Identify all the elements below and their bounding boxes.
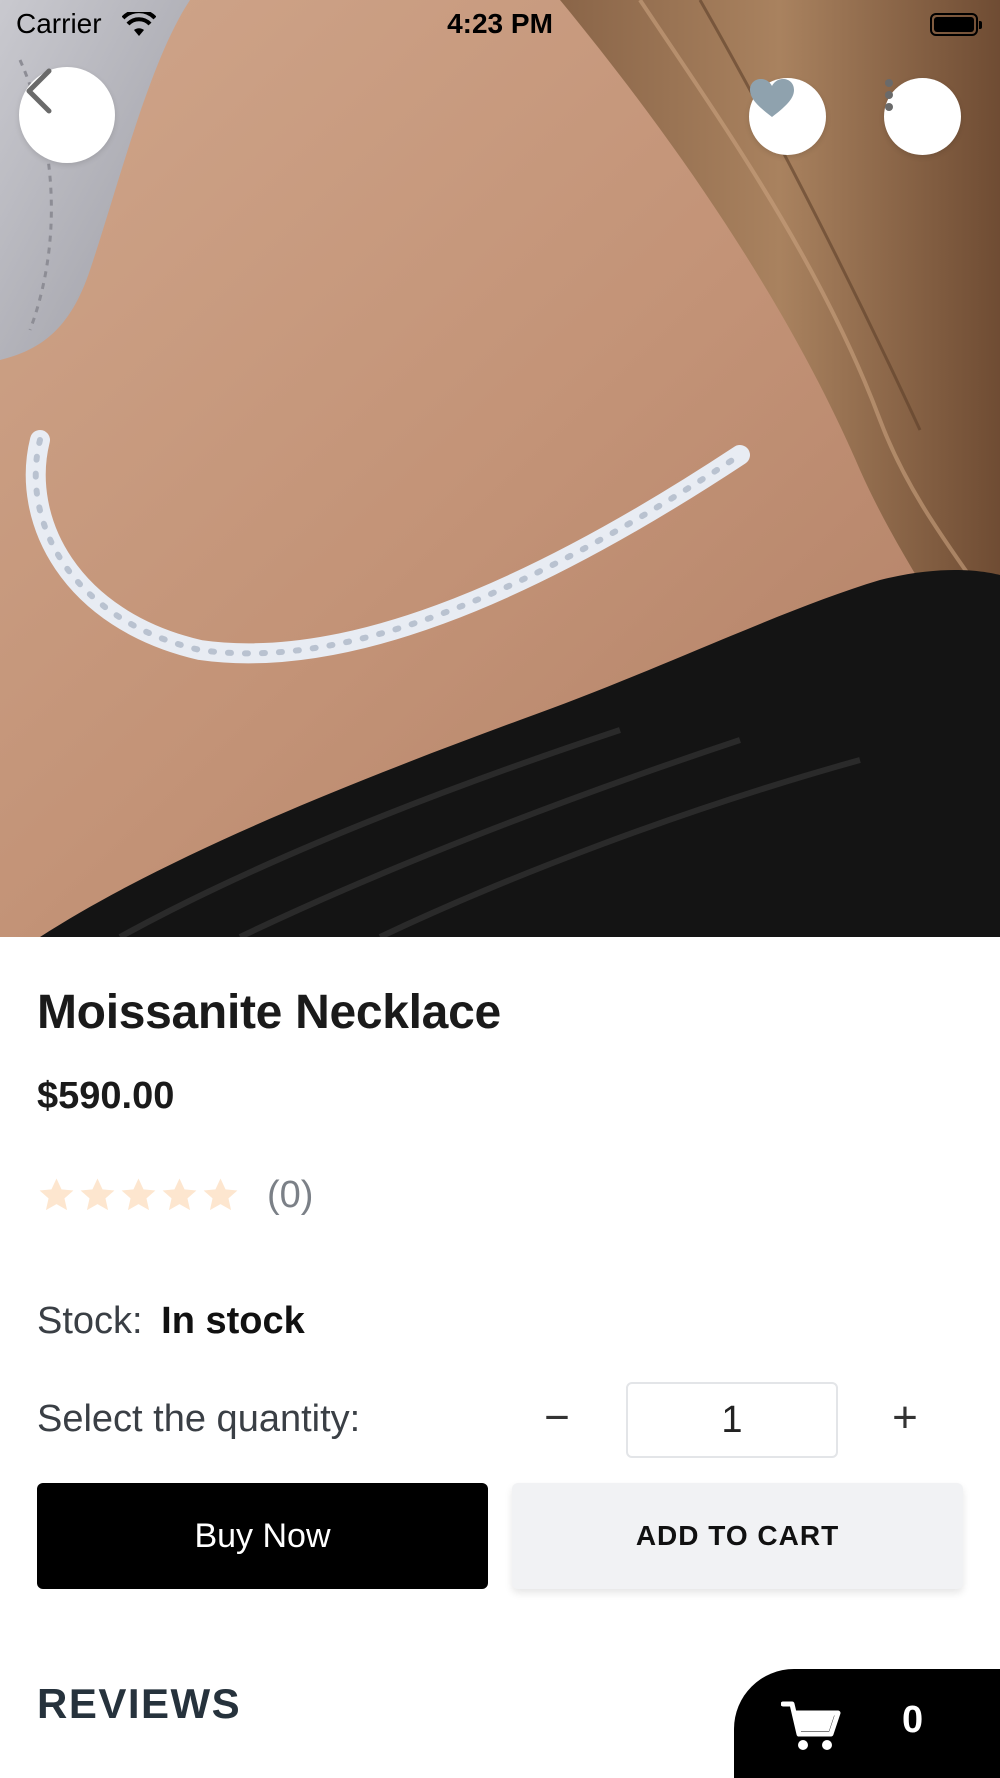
chevron-left-icon bbox=[26, 68, 52, 114]
more-options-button[interactable] bbox=[884, 78, 961, 155]
star-icon bbox=[121, 1177, 156, 1210]
more-vertical-icon bbox=[885, 79, 893, 111]
stock-value: In stock bbox=[161, 1300, 305, 1342]
stock-status: Stock: In stock bbox=[37, 1300, 305, 1343]
heart-icon bbox=[750, 79, 794, 117]
stock-label: Stock: bbox=[37, 1300, 143, 1342]
quantity-label: Select the quantity: bbox=[37, 1398, 361, 1440]
product-image: Carrier 4:23 PM bbox=[0, 0, 1000, 937]
star-icon bbox=[80, 1177, 115, 1210]
quantity-decrement-button[interactable]: − bbox=[527, 1388, 587, 1448]
buy-now-button[interactable]: Buy Now bbox=[37, 1483, 488, 1589]
reviews-heading: REVIEWS bbox=[37, 1680, 242, 1727]
status-time: 4:23 PM bbox=[447, 8, 553, 39]
back-button[interactable] bbox=[19, 67, 115, 163]
cart-count: 0 bbox=[902, 1699, 924, 1741]
cart-button[interactable]: 0 bbox=[734, 1669, 1000, 1778]
product-price: $590.00 bbox=[37, 1075, 175, 1117]
favorite-button[interactable] bbox=[749, 78, 826, 155]
star-icon bbox=[39, 1177, 74, 1210]
star-icon bbox=[162, 1177, 197, 1210]
rating-count: (0) bbox=[267, 1173, 314, 1216]
product-detail-screen: Carrier 4:23 PM Moissanite Necklace $590… bbox=[0, 0, 1000, 1778]
quantity-input[interactable]: 1 bbox=[626, 1382, 838, 1458]
product-rating: (0) bbox=[37, 1170, 313, 1220]
cart-icon bbox=[781, 1701, 841, 1750]
add-to-cart-button[interactable]: ADD TO CART bbox=[512, 1483, 963, 1589]
quantity-increment-button[interactable]: + bbox=[875, 1388, 935, 1448]
status-bar: Carrier 4:23 PM bbox=[0, 0, 1000, 50]
product-title: Moissanite Necklace bbox=[37, 986, 501, 1039]
star-icon bbox=[203, 1177, 238, 1210]
rating-stars bbox=[37, 1176, 240, 1215]
battery-icon bbox=[930, 13, 982, 36]
product-photo-illustration bbox=[0, 0, 1000, 937]
